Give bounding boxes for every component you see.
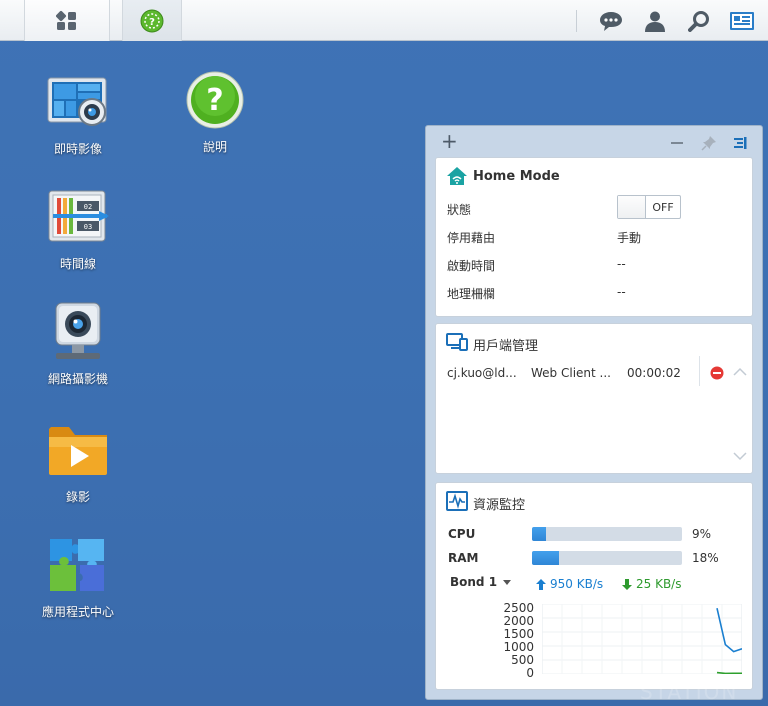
ram-usage-bar	[532, 551, 682, 565]
home-mode-title: Home Mode	[473, 169, 560, 184]
home-mode-widget: Home Mode 狀態 OFF 停用藉由 手動 啟動時間 -- 地理柵欄 --	[435, 157, 753, 317]
recording-folder-icon	[46, 418, 110, 482]
svg-text:?: ?	[149, 17, 155, 28]
cpu-label: CPU	[448, 527, 476, 541]
svg-text:02: 02	[84, 203, 92, 211]
upload-rate-value: 950 KB/s	[550, 577, 604, 591]
disabled-by-label: 停用藉由	[447, 231, 496, 245]
taskbar: ?	[0, 0, 768, 41]
client-management-title: 用戶端管理	[473, 339, 539, 354]
download-rate-value: 25 KB/s	[636, 577, 682, 591]
live-view-icon	[46, 70, 110, 134]
widgets-button[interactable]	[729, 8, 755, 34]
cpu-percent: 9%	[692, 527, 712, 541]
resource-monitor-icon	[446, 491, 468, 511]
scroll-down-icon[interactable]	[733, 451, 747, 461]
y-tick: 1500	[503, 627, 534, 641]
y-tick: 2500	[503, 601, 534, 615]
geofence-value: --	[617, 285, 626, 299]
ip-camera-icon	[46, 300, 110, 364]
row-divider	[699, 356, 700, 386]
start-time-value: --	[617, 257, 626, 271]
download-arrow-icon	[622, 578, 632, 590]
desktop-item-label: 網路攝影機	[47, 372, 108, 386]
help-app-icon: ?	[140, 9, 164, 32]
svg-text:03: 03	[84, 223, 92, 231]
home-mode-icon	[447, 167, 467, 185]
y-tick: 2000	[503, 614, 534, 628]
start-time-label: 啟動時間	[447, 259, 496, 273]
taskbar-help-app[interactable]: ?	[122, 0, 182, 41]
disabled-by-value: 手動	[617, 231, 642, 245]
desktop-item-timeline[interactable]: 02 03 時間線	[23, 185, 133, 272]
taskbar-divider	[576, 10, 577, 32]
minimize-icon[interactable]	[671, 138, 683, 146]
resource-monitor-widget: 資源監控 CPU 9% RAM 18% Bond 1 950 KB/s 25 K…	[435, 482, 753, 690]
desktop-item-label: 即時影像	[53, 142, 102, 156]
home-mode-toggle[interactable]: OFF	[617, 195, 681, 219]
widgets-icon	[730, 12, 754, 30]
watermark-text: STATION 8.2	[640, 680, 739, 706]
disconnect-icon[interactable]	[710, 366, 724, 380]
toggle-knob	[618, 196, 646, 218]
client-type: Web Client ...	[531, 366, 611, 380]
panel-layout-icon[interactable]	[733, 136, 747, 150]
network-chart-plot	[542, 604, 742, 674]
resource-monitor-title: 資源監控	[473, 498, 526, 513]
upload-rate: 950 KB/s	[536, 577, 603, 591]
search-icon	[688, 11, 709, 32]
svg-text:?: ?	[206, 83, 223, 118]
search-button[interactable]	[686, 8, 712, 34]
download-rate: 25 KB/s	[622, 577, 681, 591]
download-series-line	[716, 671, 742, 674]
upload-arrow-icon	[536, 578, 546, 590]
add-widget-button[interactable]: +	[441, 129, 458, 153]
desktop-item-help[interactable]: ? 說明	[160, 68, 270, 155]
main-menu-button[interactable]	[24, 0, 110, 41]
user-icon	[645, 11, 665, 32]
desktop-item-app-center[interactable]: 應用程式中心	[23, 533, 133, 620]
cpu-usage-bar	[532, 527, 682, 541]
cpu-usage-fill	[532, 527, 546, 541]
network-interface-value: Bond 1	[450, 575, 498, 589]
pin-icon[interactable]	[701, 135, 717, 151]
network-interface-select[interactable]: Bond 1	[450, 575, 512, 589]
scroll-up-icon[interactable]	[733, 367, 747, 377]
status-label: 狀態	[447, 203, 472, 217]
client-user: cj.kuo@ld...	[447, 366, 517, 380]
geofence-label: 地理柵欄	[447, 287, 496, 301]
app-center-icon	[46, 533, 110, 597]
desktop-item-recording[interactable]: 錄影	[23, 418, 133, 505]
timeline-icon: 02 03	[46, 185, 110, 249]
y-tick: 500	[511, 653, 534, 667]
desktop-item-label: 說明	[202, 140, 227, 154]
desktop-item-label: 應用程式中心	[41, 605, 114, 619]
chat-icon	[600, 12, 622, 31]
desktop-item-live-view[interactable]: 即時影像	[23, 70, 133, 157]
ram-label: RAM	[448, 551, 479, 565]
y-tick: 0	[526, 666, 534, 680]
client-devices-icon	[446, 333, 468, 351]
toggle-state: OFF	[652, 200, 674, 214]
y-tick: 1000	[503, 640, 534, 654]
desktop-item-label: 錄影	[65, 490, 90, 504]
desktop-item-ip-camera[interactable]: 網路攝影機	[23, 300, 133, 387]
chevron-down-icon	[503, 579, 512, 585]
user-button[interactable]	[642, 8, 668, 34]
ram-usage-fill	[532, 551, 559, 565]
chat-button[interactable]	[598, 8, 624, 34]
client-duration: 00:00:02	[627, 366, 681, 380]
help-icon: ?	[183, 68, 247, 132]
grid-icon	[56, 10, 76, 30]
desktop-item-label: 時間線	[59, 257, 96, 271]
ram-percent: 18%	[692, 551, 719, 565]
widget-panel: + Home Mode 狀態 OFF 停用藉由 手動 啟動時間 -- 地理柵欄 …	[425, 125, 763, 700]
widget-panel-header: +	[426, 126, 762, 156]
client-management-widget: 用戶端管理 cj.kuo@ld... Web Client ... 00:00:…	[435, 323, 753, 474]
